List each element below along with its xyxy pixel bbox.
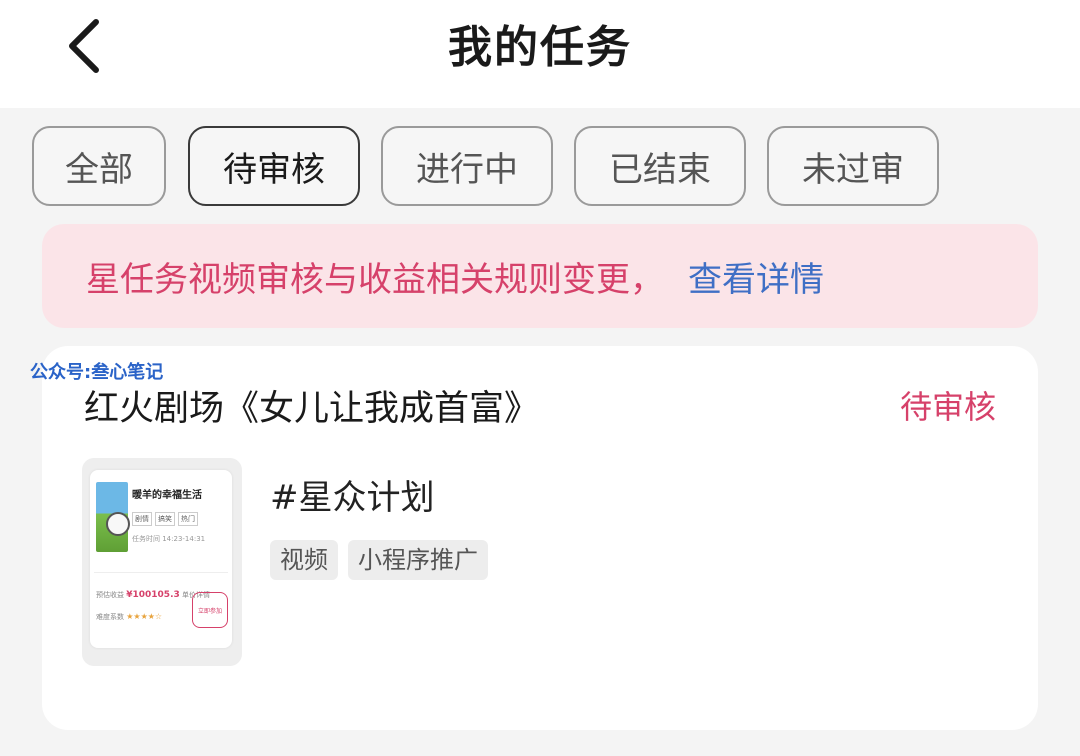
- thumbnail-meta: 任务时间 14:23-14:31: [132, 535, 206, 543]
- status-badge: 待审核: [899, 388, 996, 426]
- thumbnail-title: 暖羊的幸福生活: [132, 490, 202, 501]
- thumbnail-tag: 热门: [178, 512, 198, 526]
- task-title: 红火剧场《女儿让我成首富》: [84, 389, 540, 429]
- tab-pending-review[interactable]: 待审核: [188, 126, 360, 206]
- thumbnail-tag: 搞笑: [155, 512, 175, 526]
- divider: [94, 572, 228, 573]
- rules-notice-banner: 星任务视频审核与收益相关规则变更， 查看详情: [42, 224, 1038, 328]
- thumbnail-preview: 暖羊的幸福生活 剧情 搞笑 热门 任务时间 14:23-14:31 预估收益 ¥…: [90, 470, 232, 648]
- cover-image: [96, 482, 130, 552]
- sheep-icon: [106, 512, 130, 536]
- view-details-link[interactable]: 查看详情: [688, 252, 824, 301]
- task-thumbnail[interactable]: 暖羊的幸福生活 剧情 搞笑 热门 任务时间 14:23-14:31 预估收益 ¥…: [82, 458, 242, 666]
- watermark: 公众号:叁心笔记: [30, 362, 164, 383]
- thumbnail-tags: 剧情 搞笑 热门: [132, 512, 198, 526]
- tag-video: 视频: [270, 540, 338, 580]
- tab-ended[interactable]: 已结束: [574, 126, 746, 206]
- tab-rejected[interactable]: 未过审: [767, 126, 939, 206]
- filter-tabs: 全部 待审核 进行中 已结束 未过审: [0, 126, 1080, 210]
- notice-text: 星任务视频审核与收益相关规则变更，: [86, 259, 664, 300]
- tag-mini-program-promotion: 小程序推广: [348, 540, 488, 580]
- thumbnail-tag: 剧情: [132, 512, 152, 526]
- page-title: 我的任务: [448, 22, 632, 73]
- earnings-label: 预估收益: [96, 591, 124, 599]
- tab-all[interactable]: 全部: [32, 126, 166, 206]
- tab-in-progress[interactable]: 进行中: [381, 126, 553, 206]
- earnings-value: ¥100105.3: [126, 590, 180, 600]
- top-nav-bar: 我的任务: [0, 0, 1080, 108]
- difficulty-label: 难度系数: [96, 613, 124, 621]
- thumbnail-difficulty-row: 难度系数 ★★★★☆: [96, 612, 162, 622]
- task-card[interactable]: 红火剧场《女儿让我成首富》 待审核 暖羊的幸福生活 剧情 搞笑 热门 任务时间 …: [42, 346, 1038, 730]
- star-rating-icon: ★★★★☆: [126, 612, 163, 621]
- join-button: 立即参加: [192, 592, 228, 628]
- plan-name: #星众计划: [270, 478, 435, 518]
